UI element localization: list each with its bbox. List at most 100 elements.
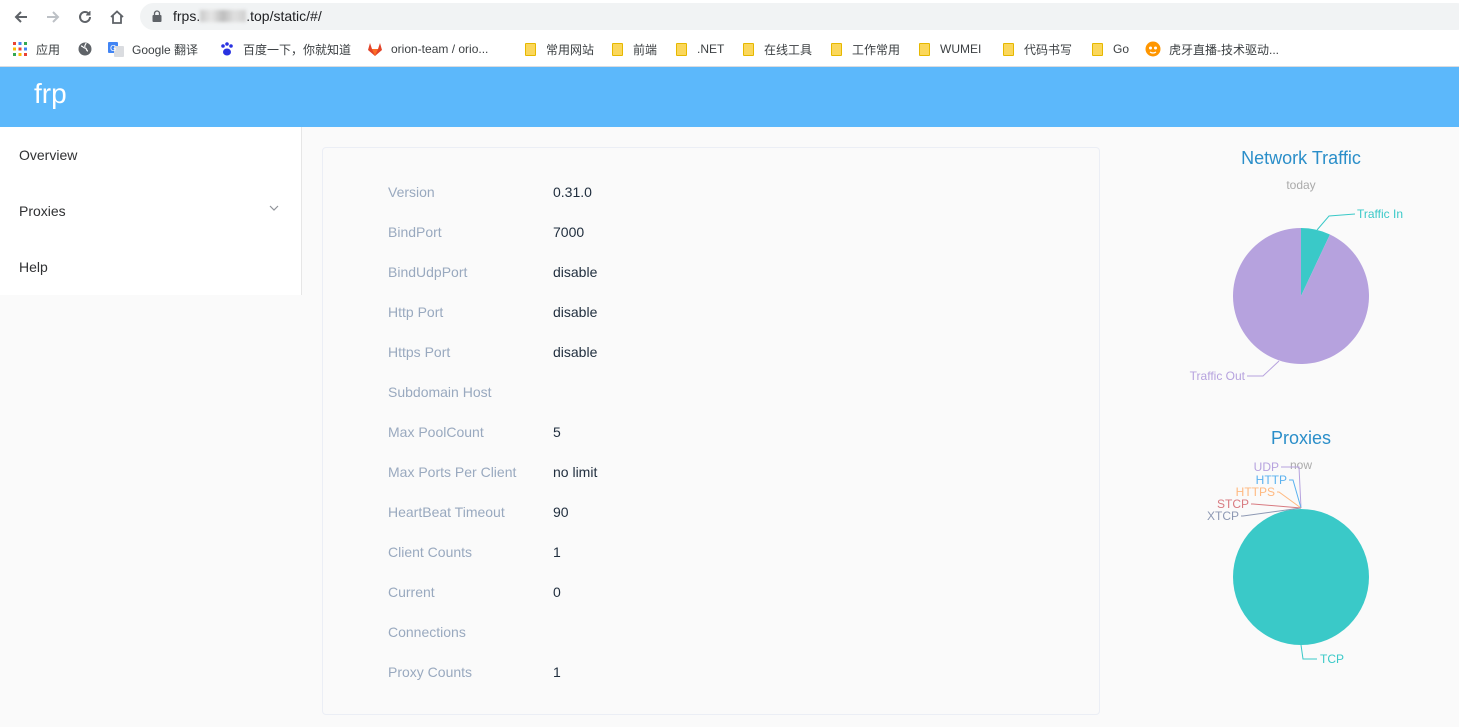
info-value: 7000 [553, 224, 585, 240]
info-key: Http Port [388, 304, 444, 320]
proxies-chart-title: Proxies [1270, 428, 1332, 448]
bookmark-folder[interactable]: WUMEI [916, 39, 981, 59]
reload-button[interactable] [72, 4, 98, 30]
sidebar-item-label: Help [19, 259, 48, 275]
info-key: Max Ports Per Client [388, 464, 517, 480]
traffic-pie-chart: Traffic In Traffic Out [1190, 207, 1403, 383]
bookmark-folder[interactable]: .NET [673, 39, 724, 59]
label-line-traffic-out [1247, 360, 1280, 377]
bookmark-label: WUMEI [940, 42, 982, 56]
info-value: 1 [553, 664, 561, 680]
server-info-panel: Version 0.31.0 BindPort 7000 BindUdpPort di… [322, 147, 1100, 715]
sidebar-item-overview[interactable]: Overview [0, 127, 301, 183]
sidebar-item-label: Proxies [19, 203, 66, 219]
bookmark-label: 工作常用 [852, 42, 901, 57]
slice-label-traffic-in: Traffic In [1357, 207, 1403, 221]
huya-icon [1145, 41, 1161, 57]
bookmark-baidu[interactable]: 百度一下，你就知道 [219, 39, 351, 59]
pie-slice-tcp[interactable] [1233, 509, 1369, 645]
back-button[interactable] [8, 4, 34, 30]
sidebar-item-help[interactable]: Help [0, 239, 301, 295]
info-value: 5 [553, 424, 561, 440]
bookmark-folder[interactable]: 代码书写 [1000, 39, 1072, 59]
bookmark-label: Go [1113, 42, 1130, 56]
folder-icon [740, 41, 756, 57]
traffic-chart-subtitle: today [1286, 178, 1316, 192]
bookmark-label: 虎牙直播-技术驱动... [1169, 42, 1279, 57]
bookmark-folder[interactable]: 前端 [609, 39, 657, 59]
lock-icon [152, 10, 162, 22]
brand-logo[interactable]: frp [34, 78, 67, 110]
apps-grid-icon [12, 41, 28, 57]
arrow-right-icon [47, 11, 60, 23]
info-key: HeartBeat Timeout [388, 504, 505, 520]
sidebar-item-label: Overview [19, 147, 78, 163]
forward-button[interactable] [40, 4, 66, 30]
info-value: disable [553, 344, 598, 360]
sidebar-menu: Overview Proxies Help [0, 127, 302, 295]
bookmark-globe[interactable] [77, 39, 101, 59]
info-key: Current [388, 584, 435, 600]
bookmark-label: 百度一下，你就知道 [243, 42, 352, 57]
info-value: disable [553, 304, 598, 320]
home-button[interactable] [104, 4, 130, 30]
folder-icon [609, 41, 625, 57]
sidebar-item-proxies[interactable]: Proxies [0, 183, 301, 239]
info-value: 0 [553, 584, 561, 600]
pie-slice-traffic-out[interactable] [1233, 228, 1369, 364]
info-key: Client Counts [388, 544, 473, 560]
info-key: Connections [388, 624, 466, 640]
url-redacted [200, 10, 247, 22]
address-bar[interactable]: frps. .top/static/#/ [140, 3, 1459, 30]
folder-icon [1089, 41, 1105, 57]
bookmark-folder[interactable]: Go [1089, 39, 1129, 59]
info-value: 0.31.0 [553, 184, 592, 200]
url-suffix: .top/static/#/ [246, 8, 322, 24]
label-line-stcp [1251, 503, 1302, 509]
info-key: Subdomain Host [388, 384, 492, 400]
reload-icon [79, 10, 91, 23]
slice-label-traffic-out: Traffic Out [1190, 369, 1246, 383]
arrow-left-icon [14, 11, 27, 23]
info-value: 1 [553, 544, 561, 560]
baidu-paw-icon [219, 41, 235, 57]
bookmark-label: Google 翻译 [132, 42, 199, 57]
bookmark-label: 前端 [633, 42, 658, 57]
folder-icon [828, 41, 844, 57]
bookmark-folder[interactable]: 常用网站 [522, 39, 594, 59]
bookmark-google-translate[interactable]: G Google 翻译 [108, 39, 198, 59]
bookmark-apps[interactable]: 应用 [12, 39, 60, 59]
info-value: disable [553, 264, 598, 280]
bookmark-label: 在线工具 [764, 42, 813, 57]
bookmark-label: 应用 [36, 42, 61, 57]
svg-text:G: G [110, 44, 116, 53]
slice-label-xtcp: XTCP [1207, 509, 1239, 523]
folder-icon [522, 41, 538, 57]
bookmark-gitlab[interactable]: orion-team / orio... [367, 39, 488, 59]
app-header: frp [0, 67, 1459, 127]
proxies-pie-chart: TCPUDPHTTPHTTPSSTCPXTCP [1207, 460, 1369, 666]
slice-label-udp: UDP [1254, 460, 1279, 474]
info-value: 90 [553, 504, 569, 520]
info-key: Https Port [388, 344, 451, 360]
url-prefix: frps. [173, 8, 201, 24]
bookmark-folder[interactable]: 工作常用 [828, 39, 900, 59]
url-text: frps. .top/static/#/ [173, 8, 322, 24]
bookmark-folder[interactable]: 在线工具 [740, 39, 812, 59]
info-value: no limit [553, 464, 598, 480]
folder-icon [1000, 41, 1016, 57]
traffic-chart-title: Network Traffic [1241, 148, 1361, 168]
google-translate-icon: G [108, 41, 124, 57]
chevron-down-icon [269, 205, 279, 211]
globe-icon [77, 41, 93, 57]
info-key: BindPort [388, 224, 442, 240]
bookmark-huya[interactable]: 虎牙直播-技术驱动... [1145, 39, 1279, 59]
label-line-tcp [1300, 644, 1317, 660]
browser-toolbar: frps. .top/static/#/ [0, 0, 1459, 33]
bookmark-label: orion-team / orio... [391, 42, 489, 56]
gitlab-icon [367, 41, 383, 57]
info-key: Max PoolCount [388, 424, 484, 440]
info-key: BindUdpPort [388, 264, 468, 280]
info-key: Proxy Counts [388, 664, 473, 680]
folder-icon [916, 41, 932, 57]
